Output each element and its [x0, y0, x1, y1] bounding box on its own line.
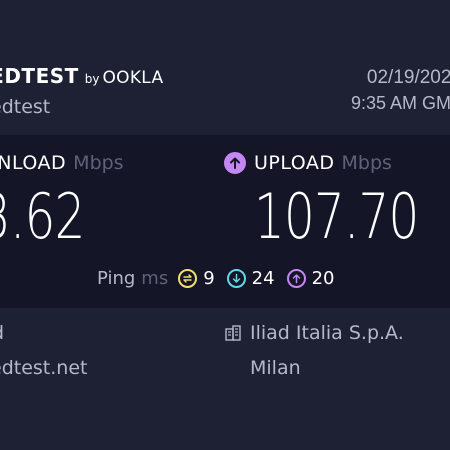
brand-by: by	[84, 72, 100, 86]
isp-info: Iliad Italia S.p.A.	[224, 322, 404, 344]
ping-download-value: 24	[251, 268, 275, 289]
ping-upload-value: 20	[311, 268, 335, 289]
isp-name: Iliad Italia S.p.A.	[250, 322, 404, 344]
upload-unit: Mbps	[341, 152, 392, 174]
download-label-text: WNLOAD	[0, 152, 67, 174]
speedtest-logo: EEDTEST by OOKLA	[0, 64, 163, 88]
speedtest-result-card: EEDTEST by OOKLA edtest 02/19/2026 9:35 …	[0, 0, 450, 450]
ping-download: 24	[226, 268, 275, 289]
download-label: WNLOAD Mbps	[0, 152, 124, 174]
brand-subtitle: edtest	[0, 96, 51, 118]
ping-idle-value: 9	[203, 268, 215, 289]
server-city: Milan	[250, 357, 301, 379]
arrow-up-circle-icon	[286, 269, 306, 288]
arrow-up-circle-icon	[224, 152, 246, 174]
result-header: EEDTEST by OOKLA edtest 02/19/2026 9:35 …	[0, 0, 450, 135]
download-speed-value: 3.62	[0, 180, 85, 253]
upload-label: UPLOAD Mbps	[224, 152, 392, 174]
arrow-down-circle-icon	[226, 269, 246, 288]
jitter-circle-icon	[178, 269, 198, 288]
building-icon	[224, 324, 242, 342]
upload-label-text: UPLOAD	[254, 152, 335, 174]
download-unit: Mbps	[73, 152, 124, 174]
ping-label: Ping	[97, 268, 136, 289]
result-time: 9:35 AM GMT	[350, 93, 450, 113]
server-label: d	[0, 322, 4, 344]
upload-speed-value: 107.70	[254, 180, 419, 253]
ping-row: Ping ms 9 24 20	[97, 268, 346, 289]
result-date: 02/19/2026	[366, 67, 450, 88]
ping-upload: 20	[286, 268, 335, 289]
ookla-logo: OOKLA	[102, 68, 164, 88]
ping-idle: 9	[178, 268, 215, 289]
server-host: edtest.net	[0, 357, 88, 379]
ping-unit: ms	[141, 268, 169, 289]
brand-wordmark: EEDTEST	[0, 64, 79, 88]
